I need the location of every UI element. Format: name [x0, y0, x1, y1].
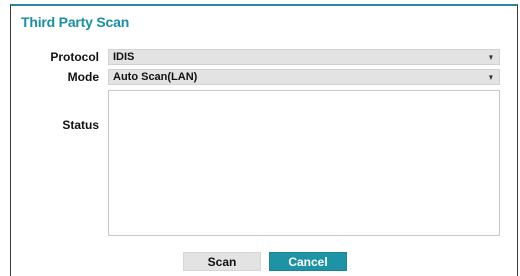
status-log-area[interactable]	[108, 90, 500, 236]
dialog-title: Third Party Scan	[21, 14, 130, 30]
mode-value: Auto Scan(LAN)	[113, 71, 198, 83]
third-party-scan-dialog: Third Party Scan Protocol IDIS ▼ Mode Au…	[10, 4, 518, 276]
chevron-down-icon: ▼	[487, 73, 495, 82]
mode-label: Mode	[67, 70, 99, 84]
protocol-value: IDIS	[113, 51, 135, 63]
protocol-select[interactable]: IDIS ▼	[108, 49, 500, 65]
scan-button[interactable]: Scan	[183, 252, 261, 271]
status-label: Status	[62, 118, 99, 132]
chevron-down-icon: ▼	[487, 53, 495, 62]
protocol-label: Protocol	[50, 50, 99, 64]
mode-select[interactable]: Auto Scan(LAN) ▼	[108, 69, 500, 85]
cancel-button[interactable]: Cancel	[269, 252, 347, 271]
